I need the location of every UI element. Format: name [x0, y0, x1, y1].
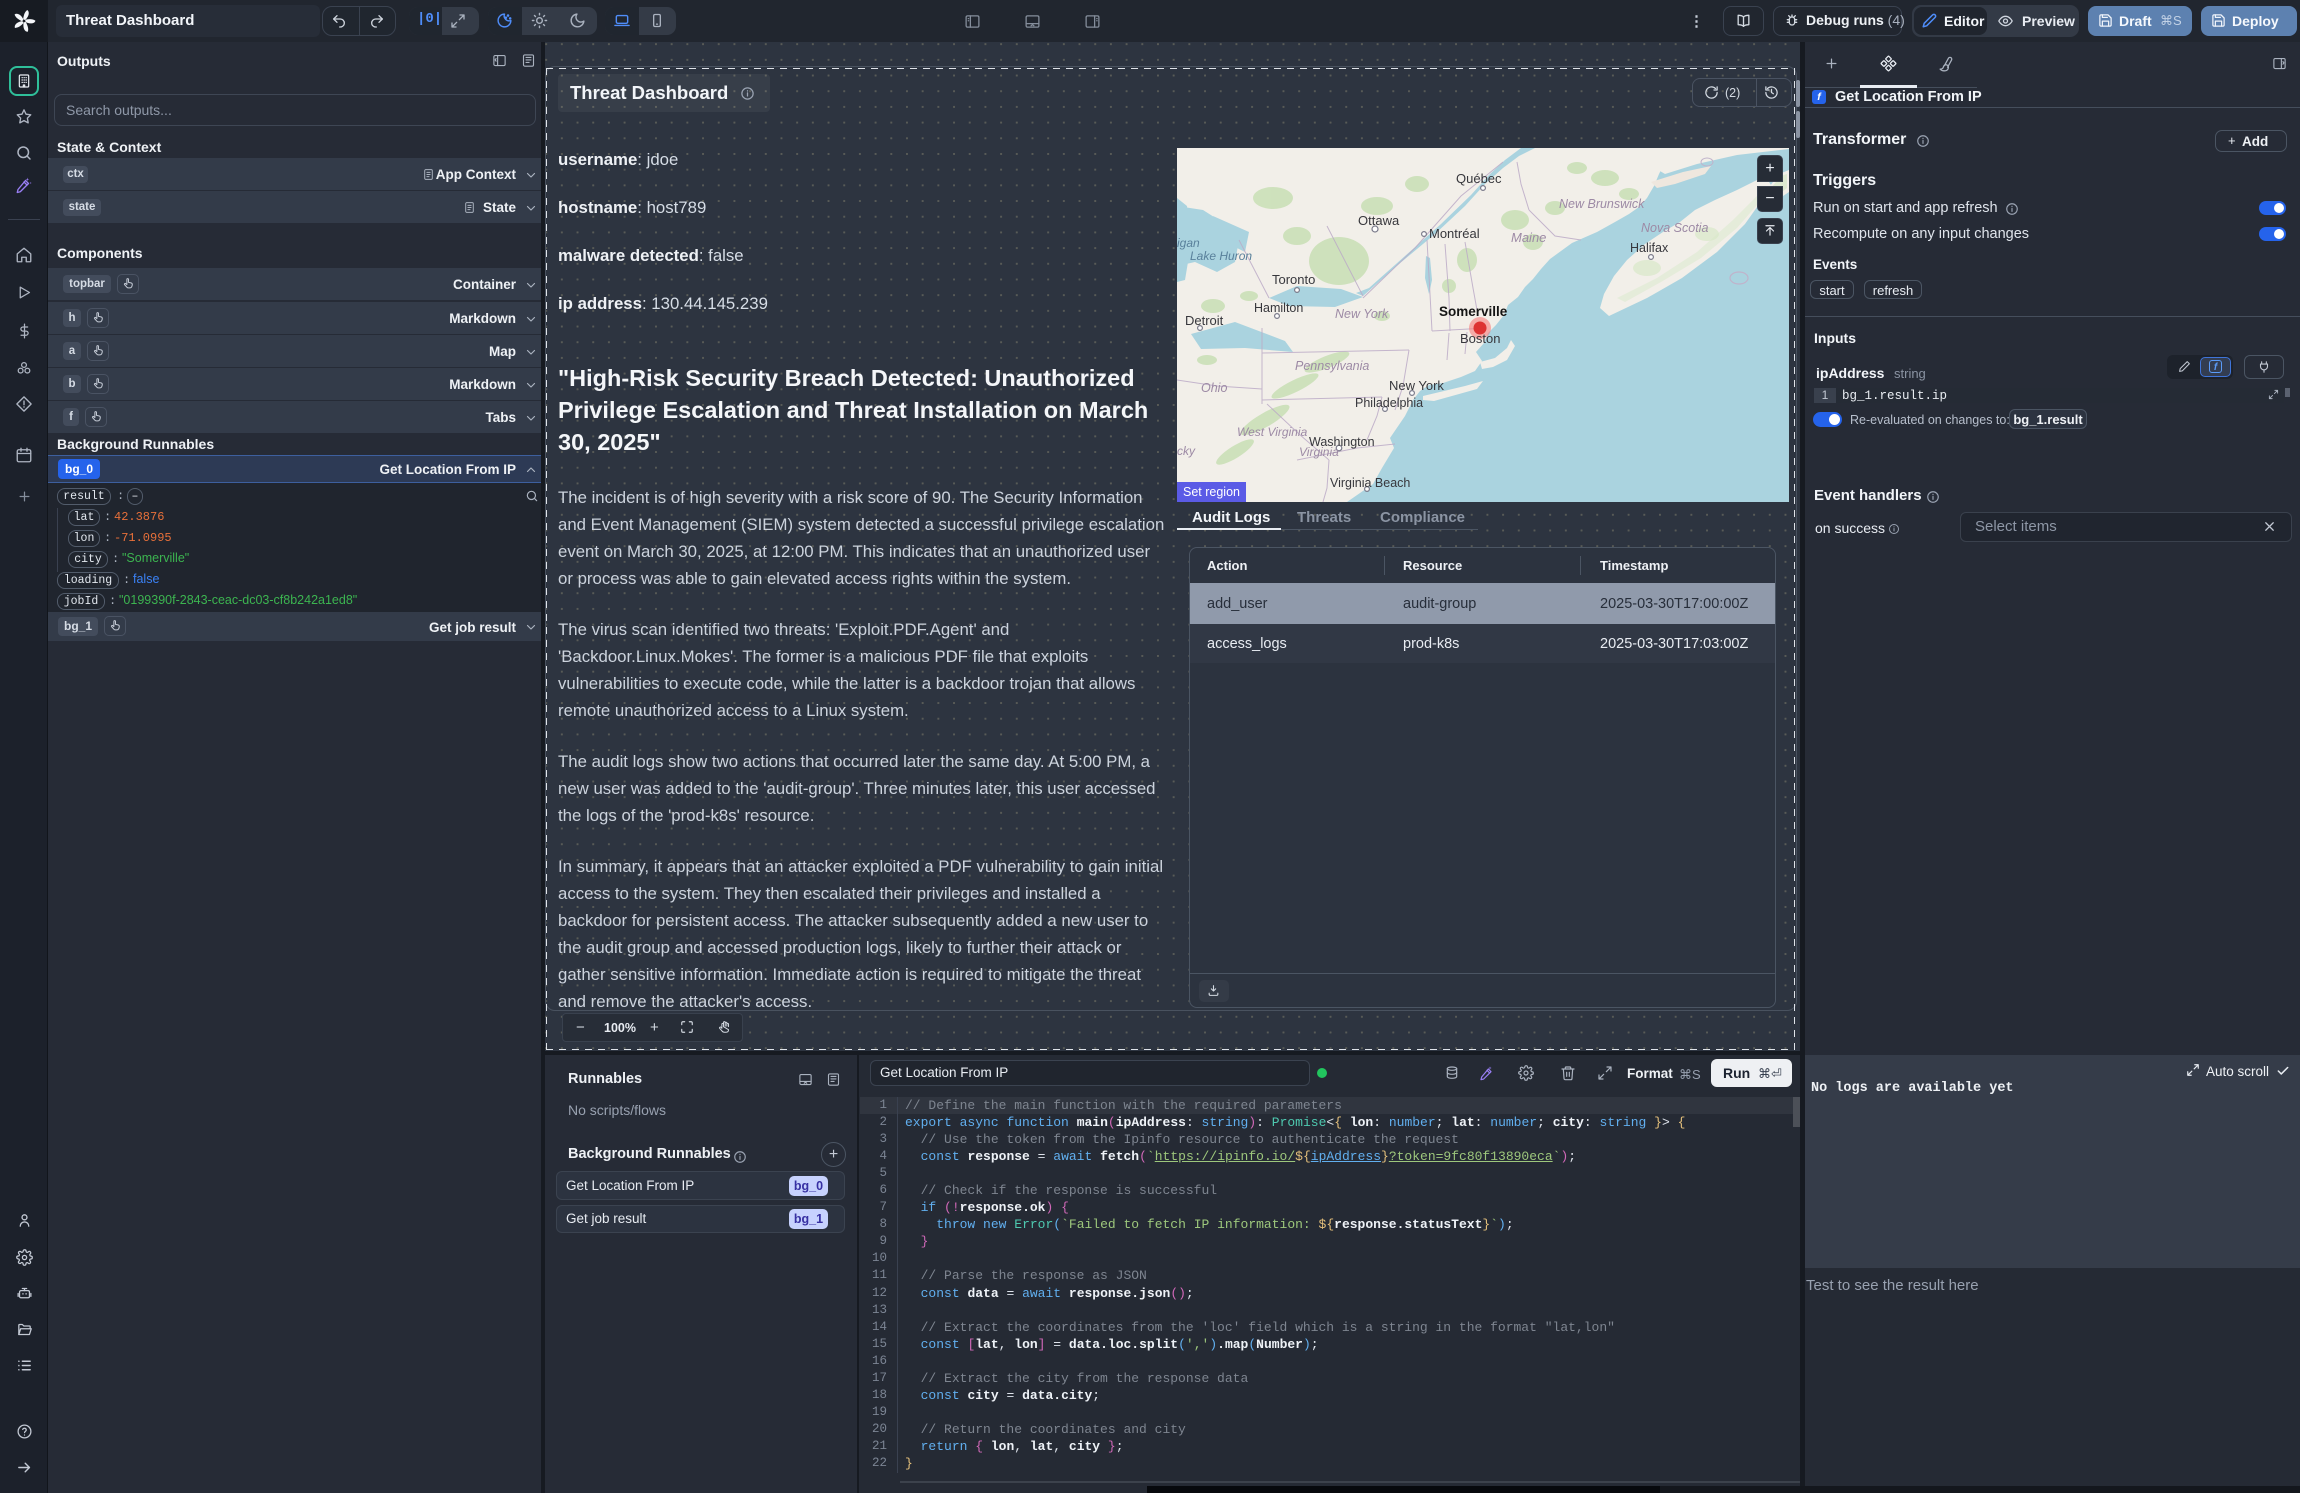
svg-text:Nova Scotia: Nova Scotia: [1641, 221, 1708, 235]
svg-text:New York: New York: [1389, 378, 1444, 393]
svg-text:Ottawa: Ottawa: [1358, 213, 1400, 228]
svg-text:Pennsylvania: Pennsylvania: [1295, 359, 1369, 373]
svg-text:Ohio: Ohio: [1201, 381, 1227, 395]
svg-text:Philadelphia: Philadelphia: [1355, 396, 1423, 410]
svg-text:Boston: Boston: [1460, 331, 1500, 346]
svg-text:Virginia Beach: Virginia Beach: [1330, 476, 1410, 490]
svg-text:Toronto: Toronto: [1272, 272, 1315, 287]
svg-text:Lake Huron: Lake Huron: [1190, 249, 1252, 263]
svg-text:West Virginia: West Virginia: [1237, 425, 1308, 439]
svg-text:Maine: Maine: [1511, 230, 1546, 245]
svg-text:Montréal: Montréal: [1429, 226, 1480, 241]
svg-text:Hamilton: Hamilton: [1254, 301, 1303, 315]
svg-text:Québec: Québec: [1456, 171, 1502, 186]
svg-text:Virginia: Virginia: [1299, 445, 1339, 459]
svg-text:cky: cky: [1177, 444, 1196, 458]
svg-text:Somerville: Somerville: [1439, 304, 1508, 319]
svg-text:Detroit: Detroit: [1185, 313, 1224, 328]
svg-text:New York: New York: [1335, 307, 1389, 321]
svg-text:Halifax: Halifax: [1630, 241, 1669, 255]
svg-text:igan: igan: [1177, 236, 1200, 250]
svg-text:New Brunswick: New Brunswick: [1559, 197, 1645, 211]
